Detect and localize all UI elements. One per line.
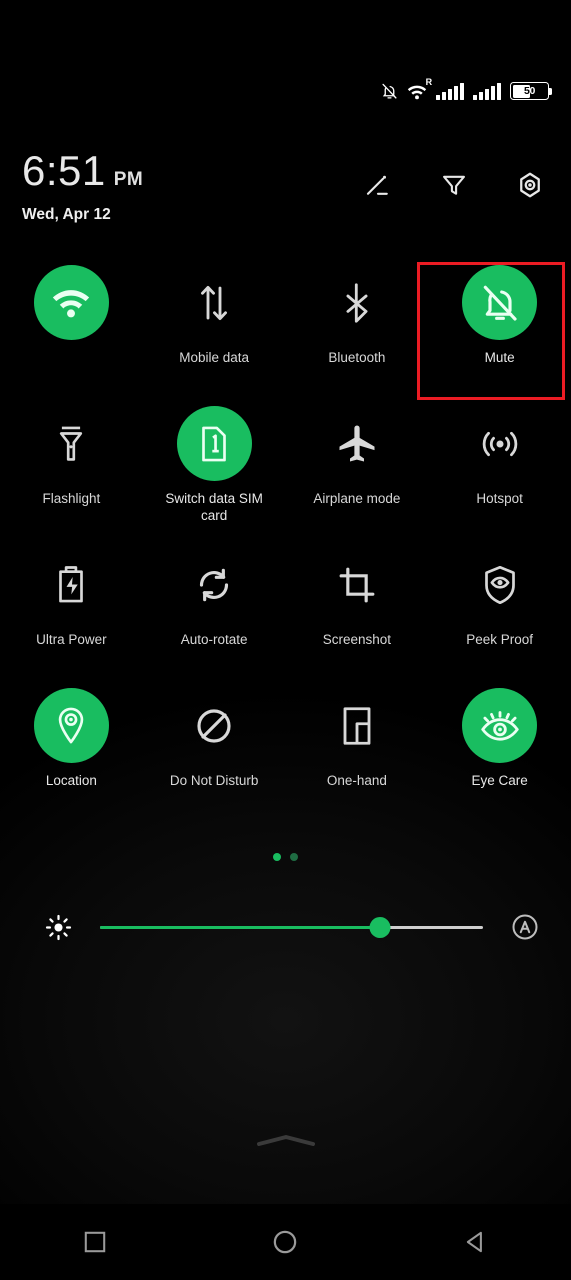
brightness-slider[interactable] (100, 916, 483, 938)
page-dot-1[interactable] (273, 853, 281, 861)
battery-bolt-icon (34, 547, 109, 622)
wifi-roaming-icon: R (407, 77, 432, 100)
tile-label: Peek Proof (466, 632, 534, 647)
auto-brightness-icon[interactable] (501, 912, 549, 942)
tile-flashlight[interactable]: Flashlight (0, 397, 143, 538)
tile-peek-proof[interactable]: Peek Proof (428, 538, 571, 679)
wifi-icon (33, 265, 109, 340)
do-not-disturb-icon (177, 688, 252, 763)
tile-mute[interactable]: Mute (428, 256, 571, 397)
quick-settings-tiles: Mobile data Bluetooth Mute Flashlight Sw… (0, 256, 571, 820)
tile-label: Do Not Disturb (169, 773, 259, 788)
tile-wifi[interactable] (0, 256, 143, 397)
tile-do-not-disturb[interactable]: Do Not Disturb (143, 679, 286, 820)
airplane-icon (319, 406, 394, 481)
settings-hex-icon[interactable] (513, 168, 547, 202)
page-dot-2[interactable] (290, 853, 298, 861)
bell-muted-icon (381, 82, 398, 101)
tile-label: Hotspot (476, 491, 523, 506)
tile-label: One-hand (326, 773, 387, 788)
tile-label: Ultra Power (36, 632, 107, 647)
tile-label: Bluetooth (328, 350, 386, 365)
hotspot-icon (462, 406, 537, 481)
brightness-sun-icon (36, 914, 80, 941)
tile-hotspot[interactable]: Hotspot (428, 397, 571, 538)
tile-label: Eye Care (471, 773, 528, 788)
clock-ampm: PM (113, 169, 144, 190)
slider-knob[interactable] (369, 916, 391, 938)
page-indicator[interactable] (0, 853, 571, 861)
mobile-data-icon (177, 265, 252, 340)
quick-settings-panel: R 50 6:51 PM Wed, Apr 12 Mobile data Blu… (0, 0, 571, 1280)
tile-screenshot[interactable]: Screenshot (286, 538, 429, 679)
bell-muted-icon (462, 265, 538, 340)
tile-label: Switch data SIM card (165, 491, 263, 523)
signal-bars-icon (473, 82, 501, 100)
tile-eye-care[interactable]: Eye Care (428, 679, 571, 820)
battery-level-label: 50 (523, 85, 536, 97)
recents-button[interactable] (65, 1217, 125, 1267)
clock-block: 6:51 PM Wed, Apr 12 (22, 150, 143, 224)
location-pin-icon (33, 688, 109, 763)
navigation-bar (0, 1204, 571, 1280)
tile-bluetooth[interactable]: Bluetooth (286, 256, 429, 397)
slider-fill (100, 925, 380, 929)
tile-ultra-power[interactable]: Ultra Power (0, 538, 143, 679)
battery-icon: 50 (510, 82, 552, 100)
signal-bars-icon (436, 82, 465, 100)
tile-label: Mobile data (179, 350, 250, 365)
header-actions (361, 168, 547, 202)
tile-mobile-data[interactable]: Mobile data (143, 256, 286, 397)
tile-auto-rotate[interactable]: Auto-rotate (143, 538, 286, 679)
home-button[interactable] (255, 1217, 315, 1267)
panel-collapse-handle[interactable] (0, 1132, 571, 1148)
clock: 6:51 PM (22, 150, 143, 192)
bluetooth-icon (319, 265, 394, 340)
tile-label: Screenshot (322, 632, 392, 647)
tile-one-hand[interactable]: One-hand (286, 679, 429, 820)
edit-icon[interactable] (361, 168, 395, 202)
eye-care-icon (462, 688, 538, 763)
sim-card-1-icon (176, 406, 252, 481)
tile-location[interactable]: Location (0, 679, 143, 820)
tile-label: Flashlight (42, 491, 101, 506)
date-label: Wed, Apr 12 (22, 206, 111, 223)
brightness-row (0, 900, 571, 954)
auto-rotate-icon (177, 547, 252, 622)
tile-airplane-mode[interactable]: Airplane mode (286, 397, 429, 538)
filter-icon[interactable] (437, 168, 471, 202)
screenshot-crop-icon (319, 547, 394, 622)
clock-time: 6:51 (22, 147, 106, 194)
tile-label: Mute (484, 350, 515, 365)
tile-label: Auto-rotate (180, 632, 248, 647)
tile-label: Airplane mode (313, 491, 401, 506)
flashlight-icon (34, 406, 109, 481)
tile-switch-data-sim[interactable]: Switch data SIM card (143, 397, 286, 538)
tile-label: Location (45, 773, 97, 788)
wifi-roaming-label: R (425, 76, 433, 87)
status-bar: R 50 (381, 77, 552, 104)
one-hand-icon (319, 688, 394, 763)
shield-eye-icon (462, 547, 537, 622)
back-button[interactable] (446, 1217, 506, 1267)
